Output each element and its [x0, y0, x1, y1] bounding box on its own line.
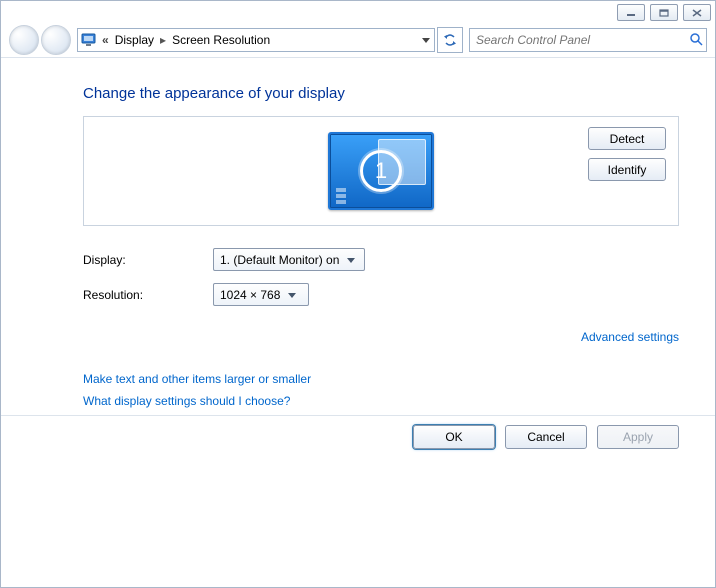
display-select-value: 1. (Default Monitor) on — [220, 253, 347, 267]
apply-button: Apply — [597, 425, 679, 449]
breadcrumb-item-screenres[interactable]: Screen Resolution — [168, 33, 274, 47]
refresh-button[interactable] — [437, 27, 463, 53]
search-icon[interactable] — [686, 32, 706, 49]
resolution-label: Resolution: — [83, 288, 213, 302]
chevron-down-icon — [347, 253, 358, 267]
detect-button[interactable]: Detect — [588, 127, 666, 150]
resolution-select[interactable]: 1024 × 768 — [213, 283, 309, 306]
search-box[interactable] — [469, 28, 707, 52]
resolution-select-value: 1024 × 768 — [220, 288, 288, 302]
search-input[interactable] — [470, 33, 686, 47]
address-history-dropdown[interactable] — [418, 33, 434, 47]
display-select[interactable]: 1. (Default Monitor) on — [213, 248, 365, 271]
display-label: Display: — [83, 253, 213, 267]
ok-button[interactable]: OK — [413, 425, 495, 449]
advanced-settings-link[interactable]: Advanced settings — [581, 330, 679, 344]
monitor-preview-panel: 1 Detect Identify — [83, 116, 679, 226]
page-title: Change the appearance of your display — [83, 85, 679, 102]
chevron-right-icon: ▸ — [158, 33, 168, 47]
address-bar[interactable]: « Display ▸ Screen Resolution — [77, 28, 435, 52]
monitor-icon — [81, 33, 97, 47]
breadcrumb-prev[interactable]: « — [100, 33, 111, 47]
help-link[interactable]: What display settings should I choose? — [83, 394, 290, 408]
breadcrumb-item-display[interactable]: Display — [111, 33, 158, 47]
nav-back-button[interactable] — [9, 25, 39, 55]
monitor-thumbnail-1[interactable]: 1 — [328, 132, 434, 210]
cancel-button[interactable]: Cancel — [505, 425, 587, 449]
text-size-link[interactable]: Make text and other items larger or smal… — [83, 372, 311, 386]
close-button[interactable] — [683, 4, 711, 21]
minimize-button[interactable] — [617, 4, 645, 21]
chevron-down-icon — [288, 288, 299, 302]
nav-forward-button[interactable] — [41, 25, 71, 55]
monitor-number-badge: 1 — [360, 150, 402, 192]
identify-button[interactable]: Identify — [588, 158, 666, 181]
maximize-button[interactable] — [650, 4, 678, 21]
